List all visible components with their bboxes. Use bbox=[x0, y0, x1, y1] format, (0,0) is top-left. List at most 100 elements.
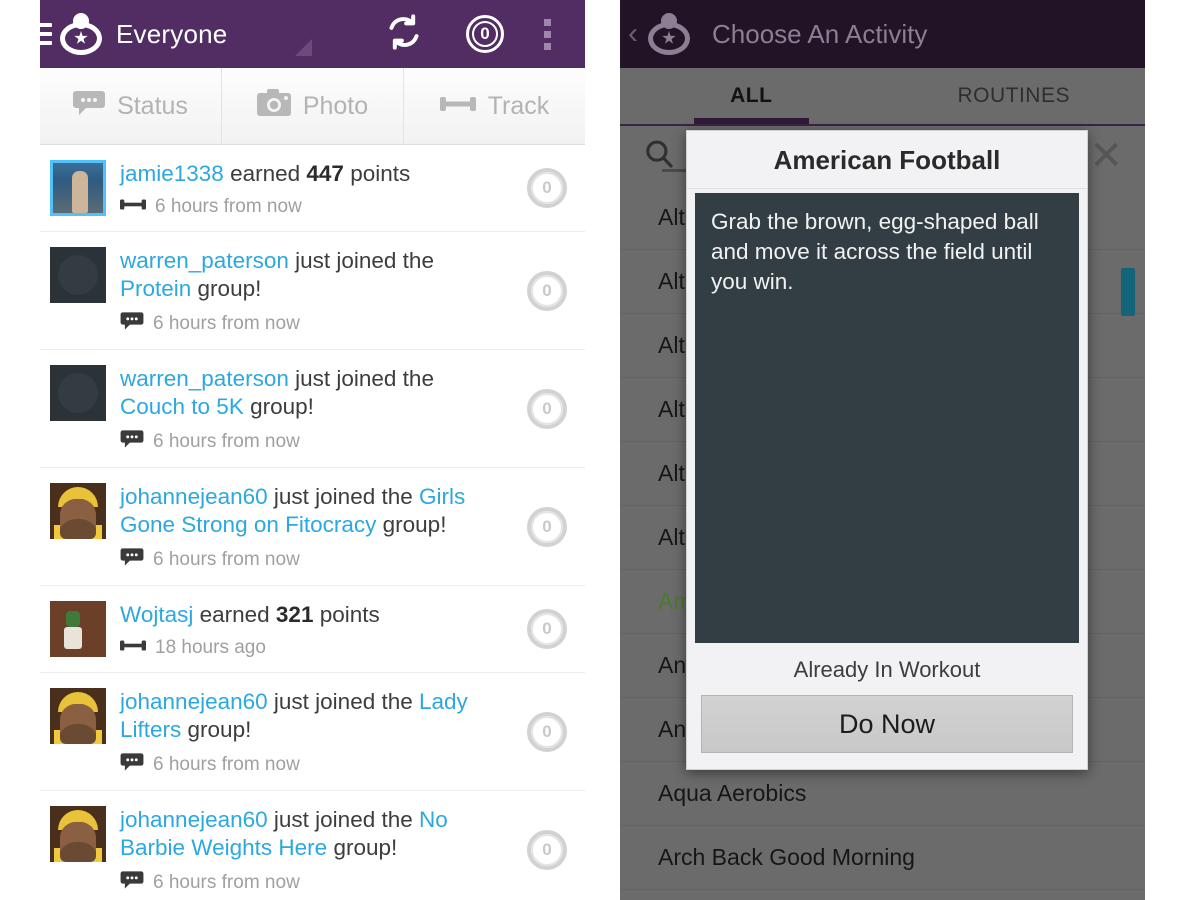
feed-body: Wojtasj earned 321 points 18 hours ago bbox=[120, 601, 585, 659]
do-now-button[interactable]: Do Now bbox=[701, 695, 1073, 753]
camera-icon bbox=[256, 89, 291, 123]
feed-username[interactable]: warren_paterson bbox=[120, 248, 289, 273]
feed-text: johannejean60 just joined the No Barbie … bbox=[120, 806, 499, 862]
feed-action: just joined the bbox=[267, 807, 420, 832]
overflow-menu-icon[interactable] bbox=[544, 18, 551, 50]
feed-group-link[interactable]: Couch to 5K bbox=[120, 394, 244, 419]
avatar[interactable] bbox=[50, 483, 106, 539]
right-page-title: Choose An Activity bbox=[712, 18, 928, 49]
speech-bubble-icon bbox=[120, 547, 144, 572]
fitocracy-logo-icon bbox=[648, 13, 690, 55]
composer-tab-label: Status bbox=[117, 91, 188, 120]
activity-label: Alt bbox=[658, 332, 685, 358]
feed-action-tail: points bbox=[343, 161, 411, 186]
feed-username[interactable]: johannejean60 bbox=[120, 807, 268, 832]
speech-bubble-icon bbox=[120, 311, 144, 336]
feed-meta: 6 hours from now bbox=[120, 196, 499, 218]
composer-tab-label: Track bbox=[487, 91, 550, 120]
left-gutter bbox=[0, 0, 40, 900]
feed-body: jamie1338 earned 447 points 6 hours from … bbox=[120, 160, 585, 218]
feed-item[interactable]: johannejean60 just joined the Girls Gone… bbox=[40, 468, 585, 586]
feed-item[interactable]: warren_paterson just joined the Couch to… bbox=[40, 350, 585, 468]
right-appbar: ‹ Choose An Activity bbox=[620, 0, 1145, 68]
feed-action-tail: points bbox=[313, 602, 380, 627]
feed-group-tail: group! bbox=[327, 835, 398, 860]
speech-bubble-icon bbox=[120, 752, 144, 777]
avatar[interactable] bbox=[50, 365, 106, 421]
feed-point-badge[interactable]: 0 bbox=[527, 829, 567, 870]
feed-timestamp: 6 hours from now bbox=[153, 312, 300, 334]
feed-points-value: 321 bbox=[275, 602, 314, 627]
activity-label: Alt bbox=[658, 460, 685, 486]
feed-username[interactable]: warren_paterson bbox=[120, 366, 289, 391]
dumbbell-icon bbox=[120, 197, 146, 217]
feed-username[interactable]: jamie1338 bbox=[120, 161, 224, 186]
activity-feed: jamie1338 earned 447 points 6 hours from … bbox=[40, 145, 585, 900]
feed-group-tail: group! bbox=[191, 276, 262, 301]
dialog-description: Grab the brown, egg-shaped ball and move… bbox=[695, 193, 1079, 643]
feed-meta: 6 hours from now bbox=[120, 311, 499, 336]
avatar[interactable] bbox=[50, 688, 106, 744]
feed-point-badge[interactable]: 0 bbox=[527, 609, 567, 649]
feed-username[interactable]: johannejean60 bbox=[120, 484, 268, 509]
back-chevron-icon[interactable]: ‹ bbox=[628, 19, 638, 49]
avatar[interactable] bbox=[50, 247, 106, 303]
dialog-status-text: Already In Workout bbox=[793, 657, 981, 682]
composer-tab-track[interactable]: Track bbox=[404, 68, 585, 144]
refresh-sync-icon[interactable] bbox=[384, 12, 424, 57]
feed-timestamp: 6 hours from now bbox=[153, 548, 300, 570]
feed-meta: 6 hours from now bbox=[120, 429, 499, 454]
feed-meta: 6 hours from now bbox=[120, 547, 499, 572]
feed-username[interactable]: johannejean60 bbox=[120, 689, 268, 714]
feed-item[interactable]: warren_paterson just joined the Protein … bbox=[40, 232, 585, 350]
activity-label: Alt bbox=[658, 396, 685, 422]
activity-label: An bbox=[658, 716, 687, 742]
feed-item[interactable]: johannejean60 just joined the Lady Lifte… bbox=[40, 673, 585, 791]
avatar[interactable] bbox=[50, 160, 106, 216]
activity-list-item[interactable]: Arch Back Good Morning bbox=[620, 826, 1145, 890]
dropdown-caret-icon[interactable] bbox=[295, 38, 313, 56]
dumbbell-icon bbox=[120, 638, 146, 658]
scrollbar-thumb[interactable] bbox=[1121, 268, 1135, 316]
feed-text: jamie1338 earned 447 points bbox=[120, 160, 499, 188]
points-badge[interactable]: 0 bbox=[466, 15, 504, 53]
feed-item[interactable]: jamie1338 earned 447 points 6 hours from … bbox=[40, 145, 585, 232]
hamburger-menu-icon[interactable] bbox=[40, 23, 52, 45]
activity-label: Alt bbox=[658, 268, 685, 294]
activity-label: Alt bbox=[658, 204, 685, 230]
feed-timestamp: 6 hours from now bbox=[153, 753, 300, 775]
feed-point-badge[interactable]: 0 bbox=[527, 168, 567, 208]
feed-body: johannejean60 just joined the Lady Lifte… bbox=[120, 688, 585, 777]
feed-action: just joined the bbox=[267, 689, 420, 714]
avatar[interactable] bbox=[50, 806, 106, 862]
right-gutter bbox=[1145, 0, 1200, 900]
tab-routines[interactable]: ROUTINES bbox=[883, 68, 1146, 124]
activity-list-item[interactable]: Aqua Aerobics bbox=[620, 762, 1145, 826]
avatar[interactable] bbox=[50, 601, 106, 657]
feed-body: warren_paterson just joined the Couch to… bbox=[120, 365, 585, 454]
activity-detail-dialog: American Football Grab the brown, egg-sh… bbox=[686, 130, 1088, 770]
feed-text: johannejean60 just joined the Lady Lifte… bbox=[120, 688, 499, 744]
feed-action: earned bbox=[193, 602, 276, 627]
tab-all[interactable]: ALL bbox=[620, 68, 883, 124]
close-x-icon[interactable]: ✕ bbox=[1089, 136, 1123, 176]
feed-body: johannejean60 just joined the Girls Gone… bbox=[120, 483, 585, 572]
feed-point-badge[interactable]: 0 bbox=[527, 711, 567, 752]
activity-label: Aqua Aerobics bbox=[658, 780, 807, 806]
composer-tab-photo[interactable]: Photo bbox=[222, 68, 404, 144]
feed-text: warren_paterson just joined the Protein … bbox=[120, 247, 499, 303]
feed-body: warren_paterson just joined the Protein … bbox=[120, 247, 585, 336]
feed-username[interactable]: Wojtasj bbox=[120, 602, 193, 627]
feed-group-link[interactable]: Protein bbox=[120, 276, 191, 301]
composer-tab-status[interactable]: Status bbox=[40, 68, 222, 144]
feed-item[interactable]: Wojtasj earned 321 points 18 hours ago 0 bbox=[40, 586, 585, 673]
feed-point-badge[interactable]: 0 bbox=[527, 388, 567, 429]
feed-group-tail: group! bbox=[181, 717, 252, 742]
feed-item[interactable]: johannejean60 just joined the No Barbie … bbox=[40, 791, 585, 900]
activity-tabs: ALL ROUTINES bbox=[620, 68, 1145, 126]
feed-point-badge[interactable]: 0 bbox=[527, 270, 567, 311]
activity-label: Arch Back Good Morning bbox=[658, 844, 915, 870]
dumbbell-icon bbox=[439, 92, 476, 121]
feed-point-badge[interactable]: 0 bbox=[527, 506, 567, 547]
middle-gutter bbox=[585, 0, 620, 900]
